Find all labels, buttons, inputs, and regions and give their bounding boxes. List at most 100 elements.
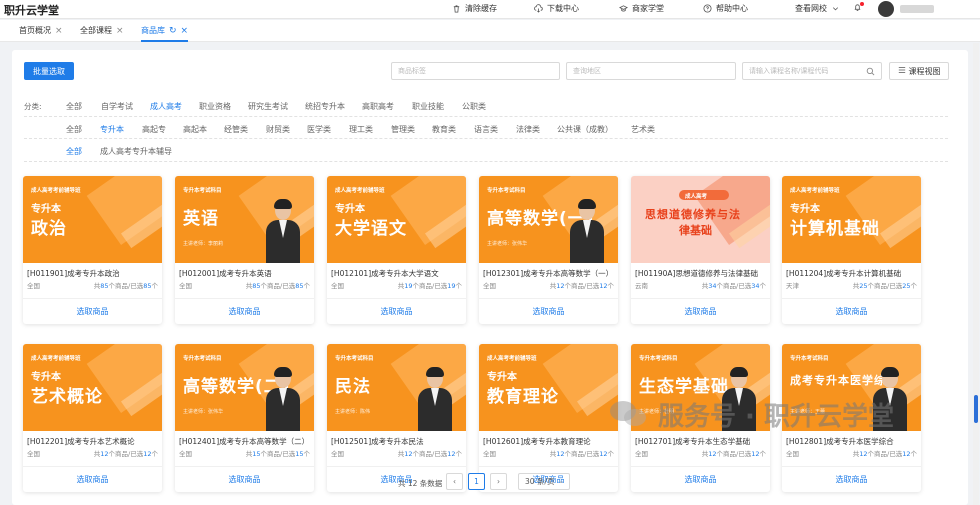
product-card[interactable]: 成人高考考前辅导班 专升本 计算机基础 [H011204]成考专升本计算机基础 天津 共2… — [782, 176, 921, 324]
next-page-button[interactable]: › — [490, 473, 507, 490]
exam-type-option[interactable]: 统招专升本 — [305, 101, 345, 112]
select-product-button[interactable]: 选取商品 — [175, 466, 314, 492]
clear-cache-button[interactable]: 清除缓存 — [452, 3, 497, 14]
exam-type-option[interactable]: 公职类 — [462, 101, 486, 112]
trash-icon — [452, 4, 461, 13]
product-card[interactable]: 专升本考试科目 民法 主讲老师：陈伟 [H012501]成考专升本民法 全国 共12个商品… — [327, 344, 466, 492]
batch-select-button[interactable]: 批量选取 — [24, 62, 74, 80]
thumbnail-title-line2: 律基础 — [679, 224, 712, 237]
download-center-button[interactable]: 下载中心 — [534, 3, 579, 14]
level-option[interactable]: 艺术类 — [631, 124, 655, 135]
divider — [24, 116, 948, 117]
page-size-select[interactable]: 30 条/页 ⌄ — [518, 473, 570, 490]
level-option[interactable]: 财贸类 — [266, 124, 290, 135]
level-option[interactable]: 专升本 — [100, 124, 124, 135]
product-region: 全国 — [635, 450, 648, 458]
divider — [24, 138, 948, 139]
product-tag-select[interactable]: 商品标签 — [391, 62, 560, 80]
scrollbar-track[interactable] — [973, 43, 979, 505]
exam-type-option[interactable]: 职业资格 — [199, 101, 231, 112]
product-card[interactable]: 专升本考试科目 高等数学(二) 主讲老师：张伟华 [H012401]成考专升本高等数学… — [175, 344, 314, 492]
product-title: [H012701]成考专升本生态学基础 — [635, 437, 751, 446]
level-option[interactable]: 全部 — [66, 124, 82, 135]
product-count: 共85个商品/已选85个 — [245, 282, 310, 290]
thumbnail-subtitle: 专升本 — [31, 204, 61, 215]
thumbnail-subtitle: 专升本 — [335, 204, 365, 215]
merchant-school-button[interactable]: 商家学堂 — [619, 3, 664, 14]
view-school-dropdown[interactable]: 查看网校 — [795, 3, 840, 14]
product-count: 共12个商品/已选12个 — [852, 450, 917, 458]
thumbnail-teacher: 主讲老师：张伟华 — [183, 409, 224, 415]
exam-type-option[interactable]: 研究生考试 — [248, 101, 288, 112]
cloud-download-icon — [534, 4, 543, 13]
product-thumbnail: 成人高考考前辅导班 专升本 教育理论 — [479, 344, 618, 431]
teacher-photo — [266, 199, 300, 263]
select-product-button[interactable]: 选取商品 — [631, 466, 770, 492]
tab-product-library[interactable]: 商品库 ↻ × — [141, 25, 189, 42]
select-product-button[interactable]: 选取商品 — [175, 298, 314, 324]
level-option[interactable]: 教育类 — [432, 124, 456, 135]
region-select[interactable]: 查询地区 — [566, 62, 736, 80]
thumbnail-tag: 专升本考试科目 — [183, 188, 222, 194]
product-card[interactable]: 成人高考 思想道德修养与法 律基础 [H01190A]思想道德修养与法律基础 云南 共34… — [631, 176, 770, 324]
level-option[interactable]: 公共课（成教） — [557, 124, 613, 135]
product-card[interactable]: 成人高考考前辅导班 专升本 政治 [H011901]成考专升本政治 全国 共85个商品/已… — [23, 176, 162, 324]
product-card[interactable]: 成人高考考前辅导班 专升本 教育理论 [H012601]成考专升本教育理论 全国 共12个… — [479, 344, 618, 492]
exam-type-option[interactable]: 职业技能 — [412, 101, 444, 112]
exam-type-option[interactable]: 高职高考 — [362, 101, 394, 112]
level-option[interactable]: 医学类 — [307, 124, 331, 135]
select-product-button[interactable]: 选取商品 — [782, 466, 921, 492]
product-thumbnail: 专升本考试科目 英语 主讲老师：李丽莉 — [175, 176, 314, 263]
chevron-down-icon: ⌄ — [558, 477, 564, 485]
help-center-button[interactable]: 帮助中心 — [703, 3, 748, 14]
close-icon[interactable]: × — [116, 26, 124, 36]
select-product-button[interactable]: 选取商品 — [327, 298, 466, 324]
product-count: 共12个商品/已选12个 — [549, 450, 614, 458]
series-option[interactable]: 全部 — [66, 146, 82, 157]
teacher-photo — [570, 199, 604, 263]
prev-page-button[interactable]: ‹ — [446, 473, 463, 490]
select-product-button[interactable]: 选取商品 — [631, 298, 770, 324]
select-product-button[interactable]: 选取商品 — [782, 298, 921, 324]
close-icon[interactable]: × — [55, 26, 63, 36]
exam-type-option[interactable]: 全部 — [66, 101, 82, 112]
exam-type-option[interactable]: 自学考试 — [101, 101, 133, 112]
product-region: 全国 — [483, 282, 496, 290]
level-option[interactable]: 语言类 — [474, 124, 498, 135]
level-option[interactable]: 法律类 — [516, 124, 540, 135]
product-count: 共12个商品/已选12个 — [549, 282, 614, 290]
product-count: 共19个商品/已选19个 — [397, 282, 462, 290]
page-1-button[interactable]: 1 — [468, 473, 485, 490]
exam-type-option[interactable]: 成人高考 — [150, 101, 182, 112]
select-product-button[interactable]: 选取商品 — [23, 466, 162, 492]
series-option[interactable]: 成人高考专升本辅导 — [100, 146, 172, 157]
select-product-button[interactable]: 选取商品 — [23, 298, 162, 324]
product-region: 全国 — [483, 450, 496, 458]
avatar[interactable] — [878, 1, 894, 17]
tab-home-overview[interactable]: 首页概况 × — [19, 25, 63, 36]
product-count: 共12个商品/已选12个 — [93, 450, 158, 458]
course-view-button[interactable]: 课程视图 — [889, 62, 949, 80]
scrollbar-thumb[interactable] — [974, 395, 978, 423]
thumbnail-teacher: 主讲老师：陈伟 — [335, 409, 371, 415]
refresh-icon[interactable]: ↻ — [169, 26, 177, 36]
thumbnail-tag: 成人高考考前辅导班 — [790, 188, 840, 194]
select-product-button[interactable]: 选取商品 — [479, 298, 618, 324]
product-card[interactable]: 成人高考考前辅导班 专升本 大学语文 [H012101]成考专升本大学语文 全国 共19个… — [327, 176, 466, 324]
level-option[interactable]: 管理类 — [391, 124, 415, 135]
tab-all-courses[interactable]: 全部课程 × — [80, 25, 124, 36]
product-title: [H012101]成考专升本大学语文 — [331, 269, 439, 278]
level-option[interactable]: 理工类 — [349, 124, 373, 135]
level-option[interactable]: 高起本 — [183, 124, 207, 135]
search-icon[interactable] — [866, 67, 875, 76]
course-search-input[interactable]: 请输入课程名称/课程代码 — [742, 62, 882, 80]
thumbnail-title: 政治 — [31, 219, 67, 239]
product-card[interactable]: 专升本考试科目 高等数学(一) 主讲老师：张伟华 [H012301]成考专升本高等数学… — [479, 176, 618, 324]
level-option[interactable]: 高起专 — [142, 124, 166, 135]
product-card[interactable]: 专升本考试科目 英语 主讲老师：李丽莉 [H012001]成考专升本英语 全国 共85个商… — [175, 176, 314, 324]
product-title: [H011901]成考专升本政治 — [27, 269, 120, 278]
level-option[interactable]: 经管类 — [224, 124, 248, 135]
product-card[interactable]: 成人高考考前辅导班 专升本 艺术概论 [H012201]成考专升本艺术概论 全国 共12个… — [23, 344, 162, 492]
thumbnail-tag: 专升本考试科目 — [790, 356, 829, 362]
close-icon[interactable]: × — [181, 26, 189, 36]
